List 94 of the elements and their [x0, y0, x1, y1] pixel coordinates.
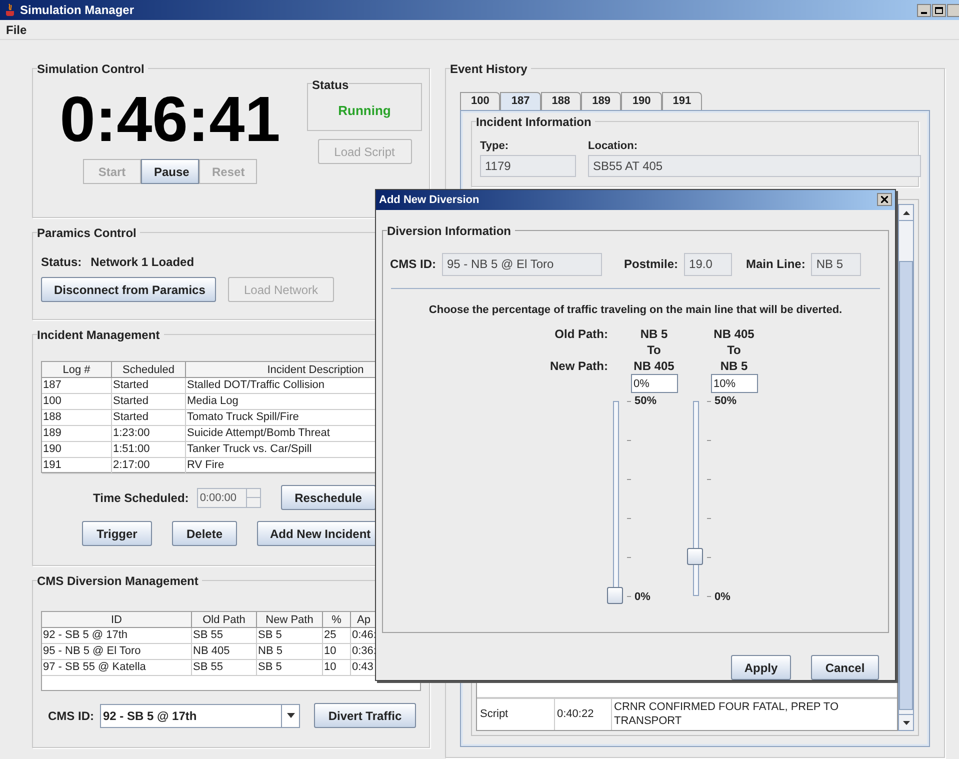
caret-icon: [286, 713, 294, 718]
window-title: Simulation Manager: [20, 2, 134, 19]
time-spinner[interactable]: 0:00:00: [196, 488, 261, 508]
time-label: Time Scheduled:: [93, 490, 189, 506]
table-cell: 188: [42, 410, 112, 426]
percent-field[interactable]: 0%: [630, 374, 678, 394]
table-cell: SB 5: [257, 628, 323, 644]
status-text: Running: [338, 102, 391, 120]
path-label: NB 5: [720, 358, 748, 374]
table-cell: 97 - SB 55 @ Katella: [42, 660, 192, 676]
table-cell: SB 55: [192, 660, 257, 676]
maximize-button[interactable]: [932, 4, 946, 16]
down-arrow-icon: [902, 720, 910, 724]
column-header[interactable]: Old Path: [192, 612, 257, 628]
status-label: Status:: [41, 254, 82, 271]
dialog-button[interactable]: Apply: [731, 655, 791, 680]
table-cell: Started: [112, 394, 186, 410]
table-cell: 10: [323, 644, 351, 660]
percent-field[interactable]: 10%: [710, 374, 758, 394]
close-icon: [881, 196, 888, 204]
postmile-field[interactable]: 19.0: [684, 252, 732, 276]
event-source: Script: [477, 699, 555, 730]
menu-item[interactable]: File: [6, 20, 27, 38]
dialog-button[interactable]: Cancel: [811, 655, 879, 680]
tab[interactable]: 100: [460, 92, 500, 110]
table-cell: 189: [42, 426, 112, 442]
path-label: To: [647, 342, 661, 358]
table-cell: 2:17:00: [112, 458, 186, 474]
path-label: To: [727, 342, 741, 358]
up-arrow-icon: [902, 210, 910, 214]
path-label: NB 5: [640, 326, 668, 342]
table-cell: 92 - SB 5 @ 17th: [42, 628, 192, 644]
table-cell: 191: [42, 458, 112, 474]
type-field[interactable]: 1179: [480, 154, 576, 176]
table-cell: SB 55: [192, 628, 257, 644]
table-cell: 187: [42, 378, 112, 394]
paramics-button[interactable]: Disconnect from Paramics: [41, 277, 216, 302]
status-text: Network 1 Loaded: [90, 254, 194, 271]
minimize-button[interactable]: [917, 4, 931, 16]
column-header[interactable]: Scheduled: [112, 362, 186, 378]
reschedule-button[interactable]: Reschedule: [280, 485, 376, 510]
table-cell: 95 - NB 5 @ El Toro: [42, 644, 192, 660]
max-label: 50%: [714, 394, 737, 410]
cms-id-label: CMS ID:: [48, 708, 94, 724]
table-cell: 190: [42, 442, 112, 458]
tab[interactable]: 187: [500, 92, 541, 110]
tab[interactable]: 188: [540, 92, 582, 110]
instruction-text: Choose the percentage of traffic traveling on the main line that will be diverted.: [428, 302, 844, 318]
table-cell: 10: [323, 660, 351, 676]
main-line-field[interactable]: NB 5: [811, 252, 862, 276]
column-header[interactable]: New Path: [257, 612, 323, 628]
dialog-title: Add New Diversion: [379, 192, 480, 208]
min-label: 0%: [634, 590, 650, 606]
slider-thumb[interactable]: [606, 587, 622, 604]
table-cell: SB 5: [257, 660, 323, 676]
table-cell: NB 5: [257, 644, 323, 660]
path-label: NB 405: [634, 358, 674, 374]
postmile-label: Postmile:: [624, 256, 678, 274]
control-button[interactable]: Pause: [141, 159, 199, 184]
type-label: Type:: [480, 139, 510, 154]
old-path-label: Old Path:: [554, 326, 608, 342]
table-cell: NB 405: [192, 644, 257, 660]
event-time: 0:40:22: [555, 699, 612, 730]
column-header[interactable]: %: [323, 612, 351, 628]
column-header[interactable]: Log #: [42, 362, 112, 378]
divert-traffic-button[interactable]: Divert Traffic: [314, 703, 416, 728]
location-field[interactable]: SB55 AT 405: [588, 154, 921, 176]
cms-id-field[interactable]: 95 - NB 5 @ El Toro: [442, 252, 602, 276]
scrollbar[interactable]: [898, 204, 914, 731]
table-cell: Started: [112, 410, 186, 426]
event-text: CRNR CONFIRMED FOUR FATAL, PREP TO TRANSPORT: [613, 700, 840, 729]
tab[interactable]: 190: [621, 92, 662, 110]
main-line-label: Main Line:: [746, 256, 806, 274]
table-cell: 1:23:00: [112, 426, 186, 442]
column-header[interactable]: ID: [42, 612, 192, 628]
slider-thumb[interactable]: [686, 548, 702, 566]
incident-button[interactable]: Trigger: [82, 521, 152, 546]
cms-id-label: CMS ID:: [390, 256, 436, 274]
cms-id-dropdown[interactable]: 92 - SB 5 @ 17th: [100, 704, 300, 728]
tab[interactable]: 191: [662, 92, 702, 110]
table-cell: Started: [112, 378, 186, 394]
path-label: NB 405: [714, 326, 754, 342]
incident-button[interactable]: Delete: [172, 521, 237, 546]
cup-icon: [4, 3, 16, 17]
max-label: 50%: [634, 394, 657, 410]
tab[interactable]: 189: [581, 92, 622, 110]
table-cell: 1:51:00: [112, 442, 186, 458]
location-label: Location:: [588, 139, 638, 154]
table-cell: 100: [42, 394, 112, 410]
new-path-label: New Path:: [550, 358, 608, 374]
min-label: 0%: [714, 590, 730, 606]
clock: 0:46:41: [60, 87, 280, 151]
table-cell: 25: [323, 628, 351, 644]
close-button[interactable]: [877, 193, 892, 206]
